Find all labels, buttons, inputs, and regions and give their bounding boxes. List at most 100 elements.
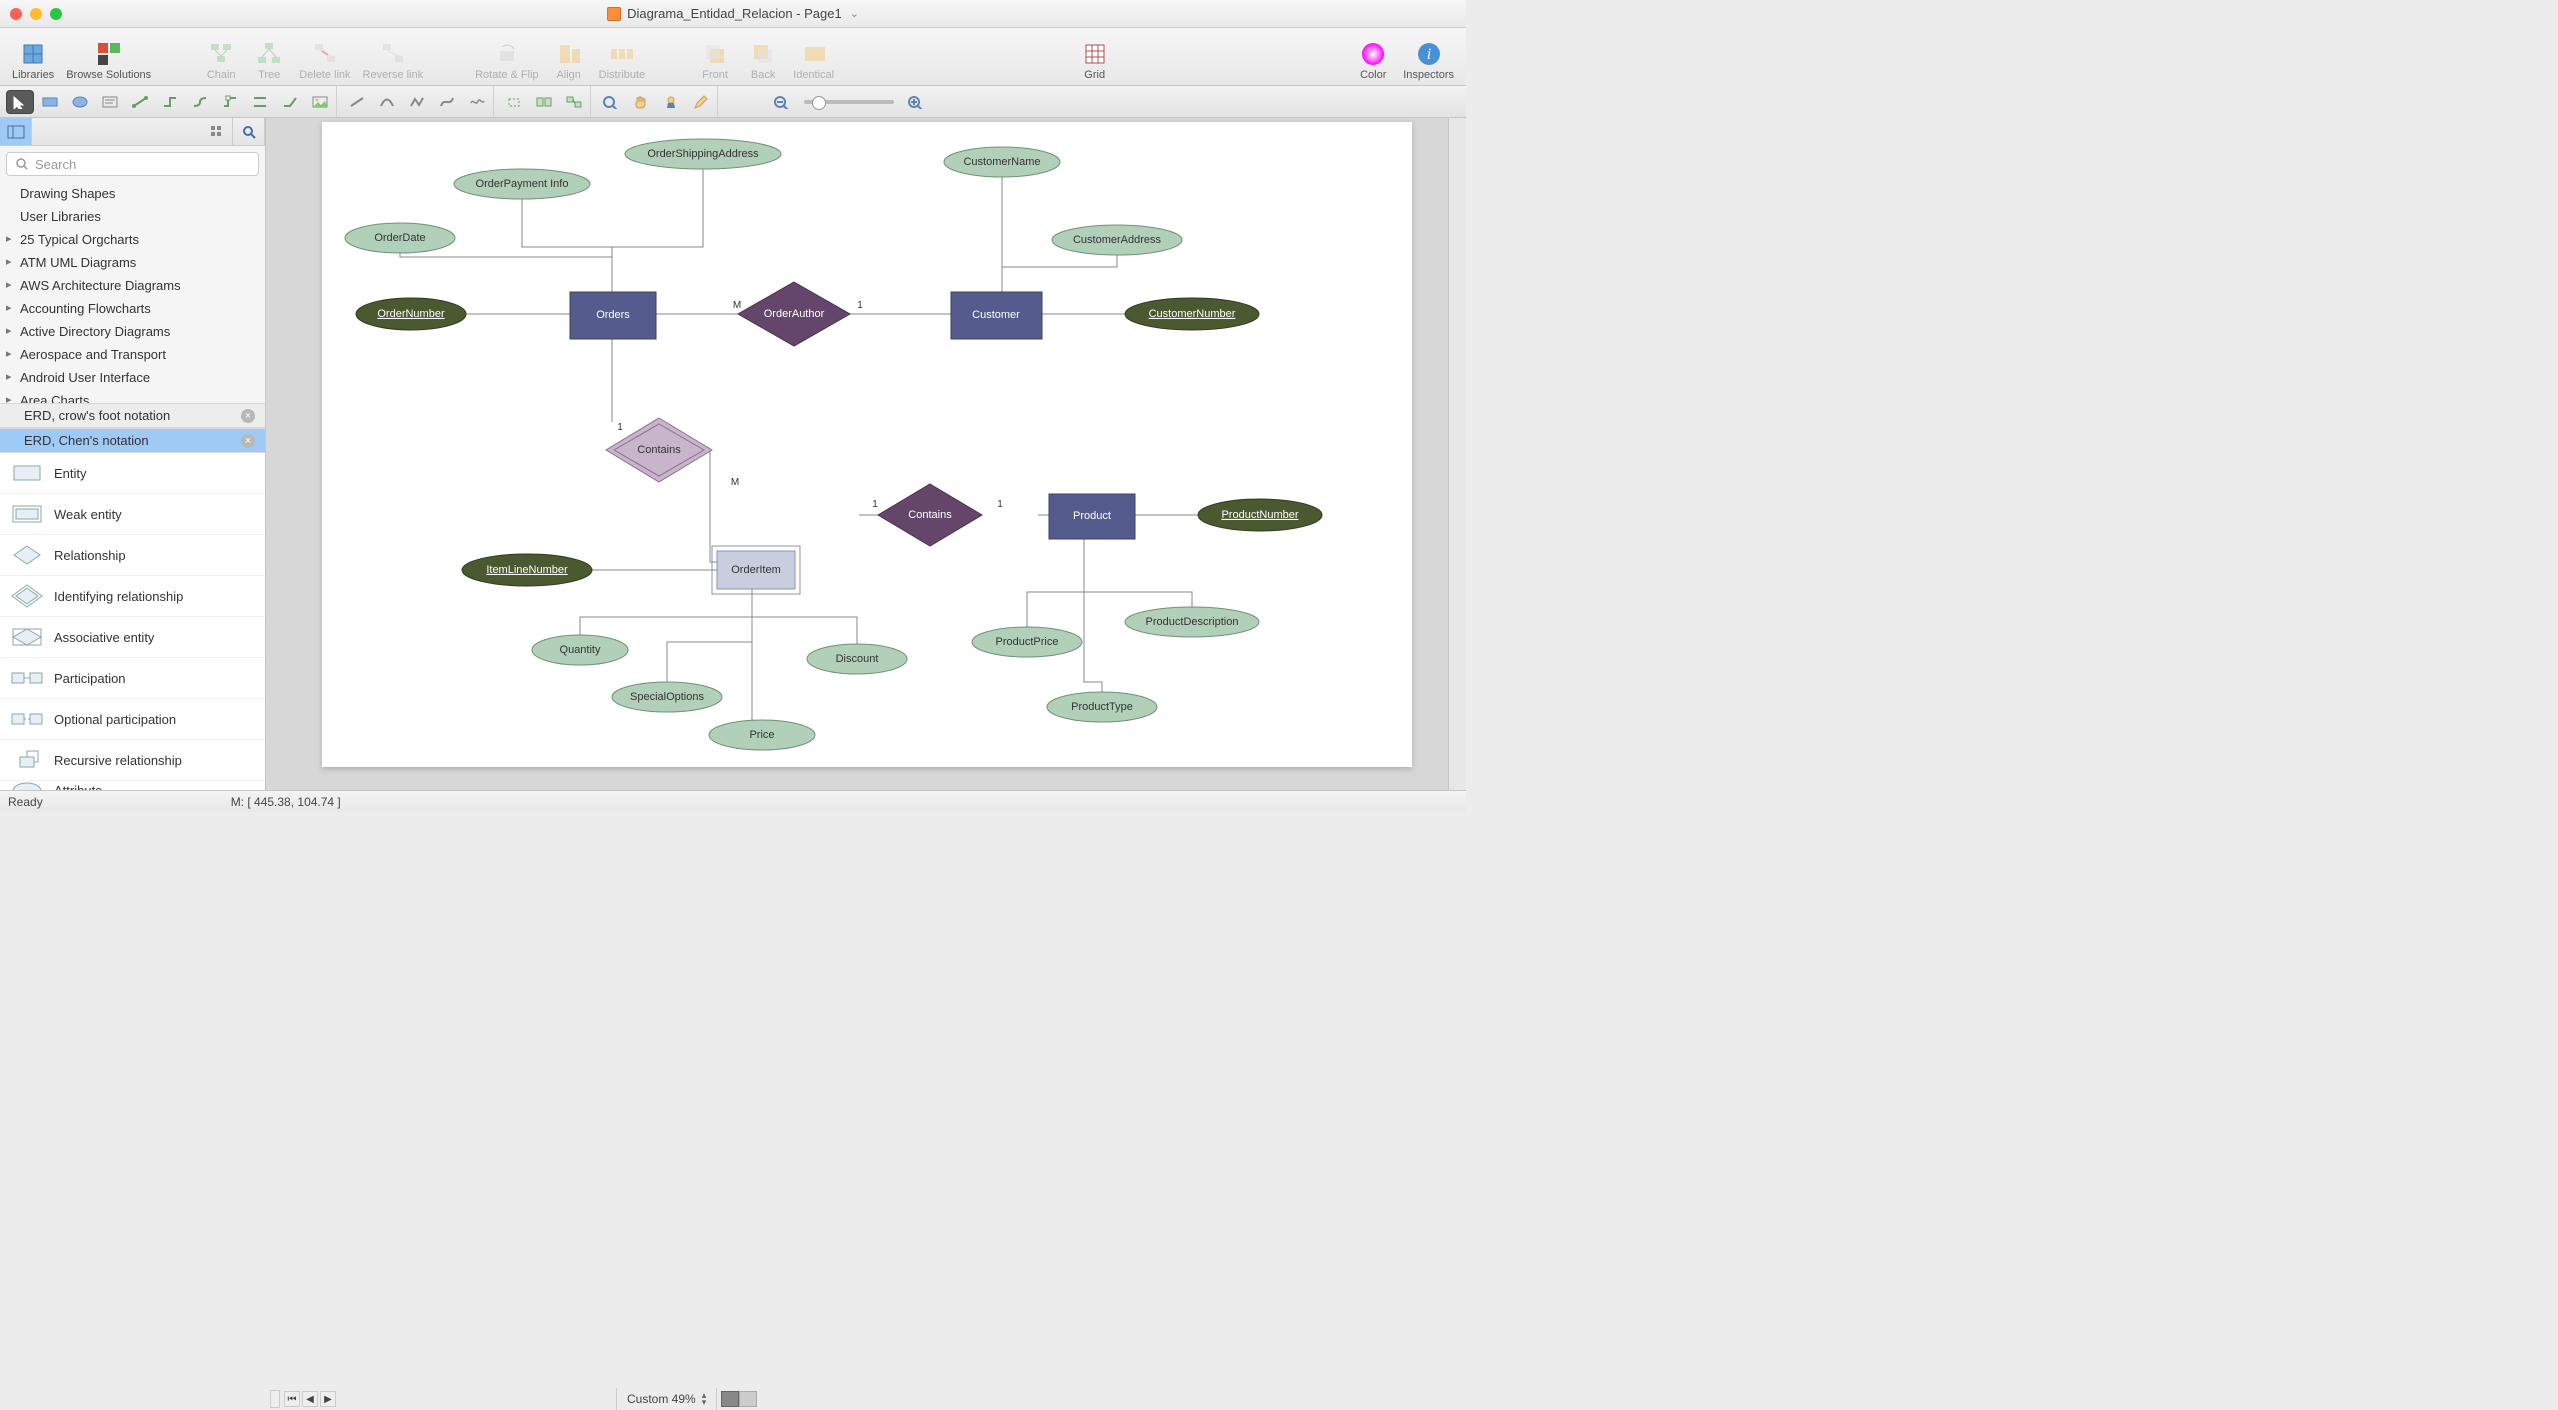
entity-orderitem[interactable]: OrderItem bbox=[712, 546, 800, 594]
lib-drawing-shapes[interactable]: Drawing Shapes bbox=[0, 182, 265, 205]
entity-orders[interactable]: Orders bbox=[570, 292, 656, 339]
chain-button: Chain bbox=[197, 41, 245, 81]
tab-chens[interactable]: ERD, Chen's notation × bbox=[0, 428, 265, 453]
page-tab-add[interactable] bbox=[739, 1391, 757, 1407]
polyline-tool[interactable] bbox=[403, 90, 431, 114]
color-button[interactable]: Color bbox=[1349, 41, 1397, 81]
sidebar-search-button[interactable] bbox=[233, 118, 265, 145]
search-input[interactable]: Search bbox=[6, 152, 259, 176]
entity-customer[interactable]: Customer bbox=[951, 292, 1042, 339]
attr-product-type[interactable]: ProductType bbox=[1047, 692, 1157, 722]
sidebar-filter-field[interactable] bbox=[32, 118, 201, 145]
page-first[interactable]: ⏮ bbox=[284, 1391, 300, 1407]
lib-android[interactable]: Android User Interface bbox=[0, 366, 265, 389]
snap-tool-2[interactable] bbox=[530, 90, 558, 114]
close-window-button[interactable] bbox=[10, 8, 22, 20]
zoom-dropdown[interactable]: Custom 49% ▴▾ bbox=[616, 1388, 717, 1410]
minimize-window-button[interactable] bbox=[30, 8, 42, 20]
ellipse-tool[interactable] bbox=[66, 90, 94, 114]
rel-contains-2[interactable]: Contains bbox=[878, 484, 982, 546]
lib-atm[interactable]: ATM UML Diagrams bbox=[0, 251, 265, 274]
entity-product[interactable]: Product bbox=[1049, 494, 1135, 539]
zoom-out-button[interactable] bbox=[768, 90, 796, 114]
curve-tool[interactable] bbox=[373, 90, 401, 114]
snap-tool-1[interactable] bbox=[500, 90, 528, 114]
canvas-area[interactable]: M 1 1 M 1 1 OrderDate OrderPayment Info … bbox=[266, 118, 1448, 790]
lib-user-libraries[interactable]: User Libraries bbox=[0, 205, 265, 228]
lib-accounting[interactable]: Accounting Flowcharts bbox=[0, 297, 265, 320]
attr-special-options[interactable]: SpecialOptions bbox=[612, 682, 722, 712]
attr-price[interactable]: Price bbox=[709, 720, 815, 750]
stencil-weak-entity[interactable]: Weak entity bbox=[0, 494, 265, 535]
attr-order-date[interactable]: OrderDate bbox=[345, 223, 455, 253]
reverse-link-button: Reverse link bbox=[357, 41, 430, 81]
lib-aws[interactable]: AWS Architecture Diagrams bbox=[0, 274, 265, 297]
freehand-tool[interactable] bbox=[463, 90, 491, 114]
rect-tool[interactable] bbox=[36, 90, 64, 114]
snap-tool-3[interactable] bbox=[560, 90, 588, 114]
sidebar-toggle-button[interactable] bbox=[0, 118, 32, 145]
grid-button[interactable]: Grid bbox=[1071, 41, 1119, 81]
libraries-button[interactable]: Libraries bbox=[6, 41, 60, 81]
lib-area[interactable]: Area Charts bbox=[0, 389, 265, 403]
close-tab-icon[interactable]: × bbox=[241, 409, 255, 423]
lib-aerospace[interactable]: Aerospace and Transport bbox=[0, 343, 265, 366]
lib-ad[interactable]: Active Directory Diagrams bbox=[0, 320, 265, 343]
attr-order-shipping[interactable]: OrderShippingAddress bbox=[625, 139, 781, 169]
connector-tool-2[interactable] bbox=[156, 90, 184, 114]
close-tab-icon[interactable]: × bbox=[241, 434, 255, 448]
connector-tool-1[interactable] bbox=[126, 90, 154, 114]
lib-orgcharts[interactable]: 25 Typical Orgcharts bbox=[0, 228, 265, 251]
stencil-associative[interactable]: Associative entity bbox=[0, 617, 265, 658]
stencil-recursive[interactable]: Recursive relationship bbox=[0, 740, 265, 781]
attr-customer-address[interactable]: CustomerAddress bbox=[1052, 225, 1182, 255]
connector-tool-6[interactable] bbox=[276, 90, 304, 114]
text-tool[interactable] bbox=[96, 90, 124, 114]
rel-orderauthor[interactable]: OrderAuthor bbox=[738, 282, 850, 346]
svg-text:ProductType: ProductType bbox=[1071, 701, 1133, 713]
zoom-tool[interactable] bbox=[597, 90, 625, 114]
zoom-in-button[interactable] bbox=[902, 90, 930, 114]
maximize-window-button[interactable] bbox=[50, 8, 62, 20]
library-list: Drawing Shapes User Libraries 25 Typical… bbox=[0, 182, 265, 790]
stencil-identifying[interactable]: Identifying relationship bbox=[0, 576, 265, 617]
attr-product-price[interactable]: ProductPrice bbox=[972, 627, 1082, 657]
page-prev[interactable]: ◀ bbox=[302, 1391, 318, 1407]
pencil-tool[interactable] bbox=[687, 90, 715, 114]
connector-tool-3[interactable] bbox=[186, 90, 214, 114]
sidebar-grid-view[interactable] bbox=[201, 118, 233, 145]
connector-tool-5[interactable] bbox=[246, 90, 274, 114]
stencil-optional[interactable]: Optional participation bbox=[0, 699, 265, 740]
attr-customer-number[interactable]: CustomerNumber bbox=[1125, 298, 1259, 330]
crop-tool[interactable] bbox=[657, 90, 685, 114]
chevron-down-icon[interactable]: ⌄ bbox=[850, 7, 859, 20]
spline-tool[interactable] bbox=[433, 90, 461, 114]
page-tab-1[interactable] bbox=[721, 1391, 739, 1407]
insert-image-tool[interactable] bbox=[306, 90, 334, 114]
attr-discount[interactable]: Discount bbox=[807, 644, 907, 674]
tab-crows-foot[interactable]: ERD, crow's foot notation × bbox=[0, 403, 265, 428]
attr-quantity[interactable]: Quantity bbox=[532, 635, 628, 665]
stencil-relationship[interactable]: Relationship bbox=[0, 535, 265, 576]
pointer-tool[interactable] bbox=[6, 90, 34, 114]
browse-solutions-button[interactable]: Browse Solutions bbox=[60, 41, 157, 81]
stencil-attribute[interactable]: Attribute bbox=[0, 781, 265, 790]
line-tool[interactable] bbox=[343, 90, 371, 114]
distribute-icon bbox=[609, 41, 635, 67]
attr-order-number[interactable]: OrderNumber bbox=[356, 298, 466, 330]
attr-order-payment[interactable]: OrderPayment Info bbox=[454, 169, 590, 199]
pane-toggle[interactable] bbox=[270, 1390, 280, 1408]
attr-product-number[interactable]: ProductNumber bbox=[1198, 499, 1322, 531]
grid-icon bbox=[1082, 41, 1108, 67]
connector-tool-4[interactable] bbox=[216, 90, 244, 114]
stencil-entity[interactable]: Entity bbox=[0, 453, 265, 494]
stencil-participation[interactable]: Participation bbox=[0, 658, 265, 699]
page-next[interactable]: ▶ bbox=[320, 1391, 336, 1407]
attr-item-line-number[interactable]: ItemLineNumber bbox=[462, 554, 592, 586]
hand-tool[interactable] bbox=[627, 90, 655, 114]
attr-product-description[interactable]: ProductDescription bbox=[1125, 607, 1259, 637]
canvas-page[interactable]: M 1 1 M 1 1 OrderDate OrderPayment Info … bbox=[322, 122, 1412, 767]
inspectors-button[interactable]: i Inspectors bbox=[1397, 41, 1460, 81]
zoom-slider[interactable] bbox=[804, 100, 894, 104]
attr-customer-name[interactable]: CustomerName bbox=[944, 147, 1060, 177]
